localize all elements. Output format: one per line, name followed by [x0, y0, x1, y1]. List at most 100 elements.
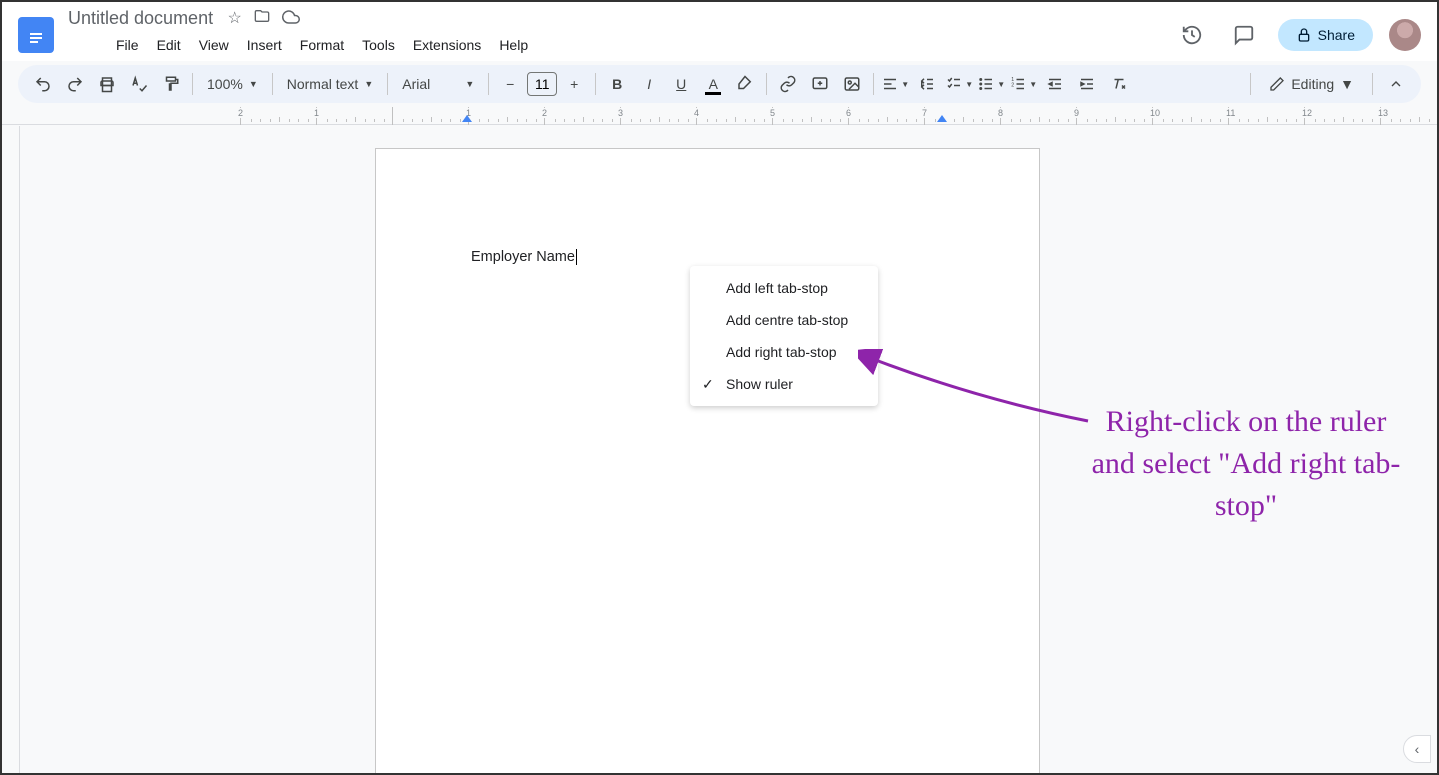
ctx-item-0[interactable]: Add left tab-stop — [690, 272, 878, 304]
ctx-item-label: Show ruler — [726, 376, 793, 392]
ruler-tick: 9 — [1076, 107, 1152, 125]
horizontal-ruler[interactable]: 21123456789101112131415 — [2, 107, 1437, 125]
insert-image-button[interactable] — [837, 69, 867, 99]
caret-down-icon: ▼ — [364, 79, 373, 89]
highlight-button[interactable] — [730, 69, 760, 99]
document-canvas: Employer Name Add left tab-stop Add centr… — [2, 126, 1437, 773]
caret-down-icon: ▼ — [965, 80, 973, 89]
increase-font-button[interactable]: + — [559, 69, 589, 99]
italic-button[interactable]: I — [634, 69, 664, 99]
ctx-item-2[interactable]: Add right tab-stop — [690, 336, 878, 368]
print-button[interactable] — [92, 69, 122, 99]
ctx-item-3[interactable]: ✓ Show ruler — [690, 368, 878, 400]
ruler-tick: 1 — [468, 107, 544, 125]
side-panel-toggle[interactable]: ‹ — [1403, 735, 1431, 763]
zoom-value: 100% — [207, 76, 243, 92]
ruler-tick: 12 — [1304, 107, 1380, 125]
bulleted-list-button[interactable]: ▼ — [976, 69, 1006, 99]
separator — [272, 73, 273, 95]
checklist-button[interactable]: ▼ — [944, 69, 974, 99]
header-actions: Share — [1174, 17, 1421, 53]
numbered-list-button[interactable]: 12▼ — [1008, 69, 1038, 99]
ruler-tick: 1 — [316, 107, 392, 125]
avatar[interactable] — [1389, 19, 1421, 51]
separator — [1372, 73, 1373, 95]
ctx-item-label: Add right tab-stop — [726, 344, 837, 360]
ctx-item-1[interactable]: Add centre tab-stop — [690, 304, 878, 336]
ruler-tick: 13 — [1380, 107, 1437, 125]
menu-tools[interactable]: Tools — [354, 33, 403, 57]
annotation-text: Right-click on the ruler and select "Add… — [1086, 401, 1406, 527]
text-color-button[interactable]: A — [698, 69, 728, 99]
vertical-ruler[interactable] — [2, 126, 20, 773]
line-spacing-button[interactable] — [912, 69, 942, 99]
clear-formatting-button[interactable] — [1104, 69, 1134, 99]
ruler-tick: 6 — [848, 107, 924, 125]
ruler-tick — [392, 107, 468, 125]
decrease-font-button[interactable]: − — [495, 69, 525, 99]
share-button[interactable]: Share — [1278, 19, 1373, 51]
svg-text:2: 2 — [1012, 83, 1015, 89]
add-comment-button[interactable] — [805, 69, 835, 99]
align-button[interactable]: ▼ — [880, 69, 910, 99]
left-indent-marker-icon[interactable] — [462, 115, 472, 122]
ctx-item-label: Add centre tab-stop — [726, 312, 848, 328]
right-indent-marker-icon[interactable] — [937, 115, 947, 122]
title-area: Untitled document ☆ FileEditViewInsertFo… — [62, 8, 1166, 61]
decrease-indent-button[interactable] — [1040, 69, 1070, 99]
header: Untitled document ☆ FileEditViewInsertFo… — [2, 2, 1437, 61]
caret-down-icon: ▼ — [997, 80, 1005, 89]
paragraph-style-select[interactable]: Normal text ▼ — [279, 69, 382, 99]
caret-down-icon: ▼ — [249, 79, 258, 89]
font-value: Arial — [402, 76, 430, 92]
menu-file[interactable]: File — [108, 33, 147, 57]
insert-link-button[interactable] — [773, 69, 803, 99]
separator — [488, 73, 489, 95]
menu-help[interactable]: Help — [491, 33, 536, 57]
font-select[interactable]: Arial ▼ — [394, 69, 482, 99]
menu-format[interactable]: Format — [292, 33, 352, 57]
ruler-tick: 2 — [240, 107, 316, 125]
separator — [873, 73, 874, 95]
header-row: Untitled document ☆ FileEditViewInsertFo… — [18, 8, 1421, 61]
cloud-status-icon[interactable] — [282, 8, 300, 31]
docs-logo-icon[interactable] — [18, 17, 54, 53]
menu-edit[interactable]: Edit — [149, 33, 189, 57]
move-icon[interactable] — [254, 8, 270, 31]
spellcheck-button[interactable] — [124, 69, 154, 99]
lock-icon — [1296, 27, 1312, 43]
font-size-input[interactable]: 11 — [527, 72, 557, 96]
pencil-icon — [1269, 76, 1285, 92]
bold-button[interactable]: B — [602, 69, 632, 99]
ruler-tick: 2 — [544, 107, 620, 125]
zoom-select[interactable]: 100% ▼ — [199, 69, 266, 99]
increase-indent-button[interactable] — [1072, 69, 1102, 99]
document-body-text[interactable]: Employer Name — [471, 249, 577, 265]
editing-mode-button[interactable]: Editing ▼ — [1259, 69, 1364, 99]
collapse-toolbar-button[interactable] — [1381, 69, 1411, 99]
caret-down-icon: ▼ — [1029, 80, 1037, 89]
separator — [1250, 73, 1251, 95]
page[interactable]: Employer Name — [375, 148, 1040, 773]
style-value: Normal text — [287, 76, 359, 92]
comments-icon[interactable] — [1226, 17, 1262, 53]
caret-down-icon: ▼ — [1340, 76, 1354, 92]
undo-button[interactable] — [28, 69, 58, 99]
underline-button[interactable]: U — [666, 69, 696, 99]
star-icon[interactable]: ☆ — [228, 8, 242, 31]
menu-extensions[interactable]: Extensions — [405, 33, 489, 57]
ctx-item-label: Add left tab-stop — [726, 280, 828, 296]
history-icon[interactable] — [1174, 17, 1210, 53]
document-title[interactable]: Untitled document — [62, 6, 219, 30]
check-icon: ✓ — [702, 376, 714, 393]
toolbar: 100% ▼ Normal text ▼ Arial ▼ − 11 + B I U A… — [18, 65, 1421, 103]
menu-view[interactable]: View — [191, 33, 237, 57]
caret-down-icon: ▼ — [465, 79, 474, 89]
redo-button[interactable] — [60, 69, 90, 99]
ruler-tick: 4 — [696, 107, 772, 125]
separator — [766, 73, 767, 95]
share-label: Share — [1318, 27, 1355, 43]
ruler-tick: 7 — [924, 107, 1000, 125]
paint-format-button[interactable] — [156, 69, 186, 99]
menu-insert[interactable]: Insert — [239, 33, 290, 57]
